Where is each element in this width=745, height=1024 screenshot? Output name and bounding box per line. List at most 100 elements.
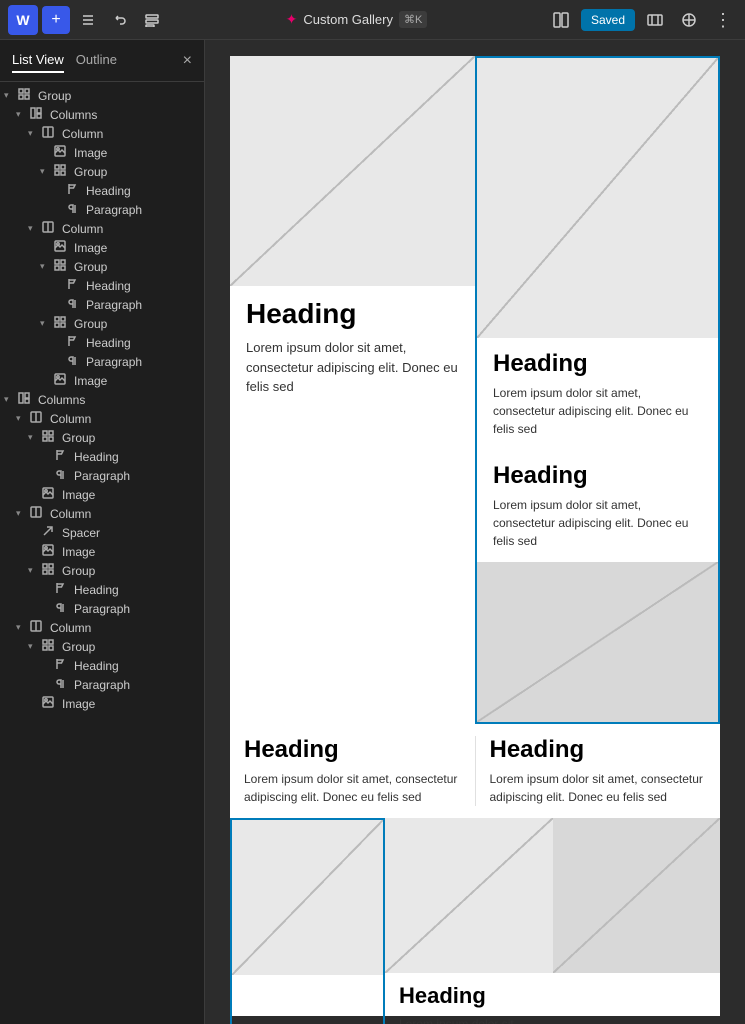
column-icon [30, 411, 46, 426]
heading-icon [66, 183, 82, 198]
section-3: Heading Lorem ipsum dolor sit amet, cons… [230, 724, 720, 818]
tree-item[interactable]: ▾Columns [0, 105, 204, 124]
section1-right-text-2: Heading Lorem ipsum dolor sit amet, cons… [477, 450, 718, 562]
tree-item[interactable]: Heading [0, 276, 204, 295]
columns-icon [30, 107, 46, 122]
tree-item-label: Paragraph [74, 678, 130, 692]
tree-item[interactable]: ▾Group [0, 162, 204, 181]
paragraph-icon [66, 297, 82, 312]
columns-icon [18, 392, 34, 407]
tree-item[interactable]: ▾Column [0, 219, 204, 238]
tree-item[interactable]: Image [0, 542, 204, 561]
tree-item[interactable]: Spacer [0, 523, 204, 542]
tree-item[interactable]: ▾Group [0, 428, 204, 447]
paragraph-icon [66, 202, 82, 217]
tree-item[interactable]: Paragraph [0, 200, 204, 219]
section1-text-block: Heading Lorem ipsum dolor sit amet, cons… [230, 286, 475, 413]
add-block-button[interactable]: + [42, 6, 70, 34]
tree-item[interactable]: ▾Group [0, 86, 204, 105]
group-icon [42, 563, 58, 578]
preview-button[interactable] [641, 6, 669, 34]
tree-item[interactable]: Paragraph [0, 295, 204, 314]
section3-left-heading: Heading [244, 736, 461, 764]
group-icon [54, 164, 70, 179]
more-options-button[interactable]: ⋮ [709, 6, 737, 34]
section1-right-image [477, 58, 718, 338]
tree-item[interactable]: ▾Column [0, 504, 204, 523]
tree-item[interactable]: ▾Group [0, 257, 204, 276]
tree-item-label: Group [74, 165, 107, 179]
tree-item-label: Group [38, 89, 71, 103]
tree-item[interactable]: ▾Group [0, 561, 204, 580]
tree-item-label: Heading [74, 659, 119, 673]
tree-item[interactable]: Paragraph [0, 466, 204, 485]
tree-item[interactable]: Image [0, 143, 204, 162]
tree-item[interactable]: ▾Column [0, 409, 204, 428]
saved-button[interactable]: Saved [581, 9, 635, 31]
tree-item-label: Column [62, 222, 103, 236]
image-icon [54, 145, 70, 160]
section3-right-heading: Heading [490, 736, 707, 764]
image-icon [54, 240, 70, 255]
section1-right-heading-2: Heading [493, 462, 702, 490]
column-icon [30, 620, 46, 635]
tab-list-view[interactable]: List View [12, 48, 64, 73]
close-sidebar-button[interactable]: × [183, 52, 192, 70]
group-icon [54, 316, 70, 331]
tree-item[interactable]: ▾Column [0, 618, 204, 637]
group-icon [54, 259, 70, 274]
view-button[interactable] [547, 6, 575, 34]
tree-item[interactable]: ▾Column [0, 124, 204, 143]
tree-item-label: Group [74, 317, 107, 331]
tree-item[interactable]: Image [0, 694, 204, 713]
tree-item-label: Image [62, 697, 95, 711]
tree-item[interactable]: ▾Group [0, 314, 204, 333]
main-layout: List View Outline × ▾Group▾Columns▾Colum… [0, 40, 745, 1024]
wp-logo-icon[interactable]: W [8, 5, 38, 35]
tree-item[interactable]: Heading [0, 333, 204, 352]
tree-item[interactable]: Paragraph [0, 599, 204, 618]
group-icon [42, 430, 58, 445]
tree-item-label: Paragraph [86, 355, 142, 369]
tree-item[interactable]: Heading [0, 181, 204, 200]
tree-item[interactable]: Image [0, 485, 204, 504]
tree-item-label: Spacer [62, 526, 100, 540]
tree-item-label: Group [62, 640, 95, 654]
keyboard-shortcut: ⌘K [399, 11, 427, 28]
tree-item[interactable]: Paragraph [0, 352, 204, 371]
tree-item-label: Group [62, 564, 95, 578]
heading-icon [66, 335, 82, 350]
tools-icon[interactable] [74, 6, 102, 34]
tree-item[interactable]: Paragraph [0, 675, 204, 694]
tab-outline[interactable]: Outline [76, 48, 117, 73]
theme-toggle-button[interactable] [675, 6, 703, 34]
tree-item[interactable]: Heading [0, 580, 204, 599]
sidebar-header: List View Outline × [0, 40, 204, 82]
section4-heading: Heading [399, 983, 539, 1009]
heading-icon [54, 658, 70, 673]
toolbar: W + ✦ Custom Gallery ⌘K Saved ⋮ [0, 0, 745, 40]
group-icon [42, 639, 58, 654]
paragraph-icon [54, 468, 70, 483]
tree-item[interactable]: ▾Group [0, 637, 204, 656]
section3-right-para: Lorem ipsum dolor sit amet, consectetur … [490, 770, 707, 806]
tree-item-label: Image [62, 545, 95, 559]
tree-item[interactable]: Image [0, 238, 204, 257]
heading-icon [54, 449, 70, 464]
section-4: Heading Lorem ipsum dolor sit amet, cons… [230, 818, 720, 1024]
image-icon [42, 487, 58, 502]
group-icon [18, 88, 34, 103]
heading-icon [54, 582, 70, 597]
tree-item[interactable]: Image [0, 371, 204, 390]
tree-item-label: Group [62, 431, 95, 445]
undo-button[interactable] [106, 6, 134, 34]
column-icon [42, 221, 58, 236]
tree-item[interactable]: ▾Columns [0, 390, 204, 409]
tree-item-label: Column [50, 621, 91, 635]
canvas-area[interactable]: Heading Lorem ipsum dolor sit amet, cons… [205, 40, 745, 1024]
tree-item[interactable]: Heading [0, 656, 204, 675]
list-view-button[interactable] [138, 6, 166, 34]
section4-col-a [230, 818, 385, 1024]
tree-item[interactable]: Heading [0, 447, 204, 466]
page-title: Custom Gallery [303, 12, 393, 27]
